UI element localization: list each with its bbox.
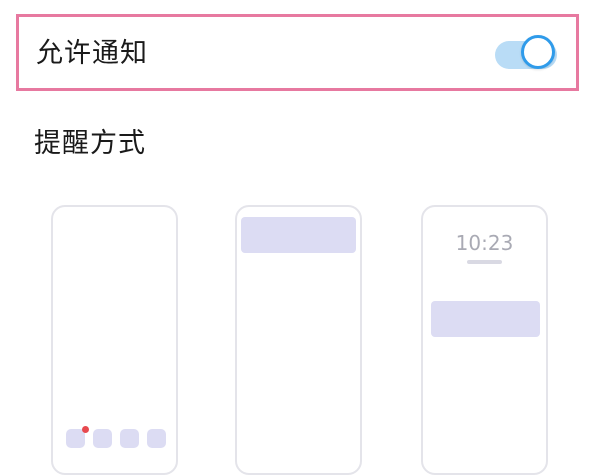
app-icon [120, 429, 139, 448]
lock-screen-notification-preview [431, 301, 540, 337]
reminder-option-badge[interactable] [51, 205, 178, 475]
allow-notifications-label: 允许通知 [36, 38, 148, 69]
reminder-method-title: 提醒方式 [34, 128, 146, 159]
toggle-knob [521, 35, 555, 69]
app-icon [93, 429, 112, 448]
lock-screen-time: 10:23 [455, 231, 514, 255]
app-icon [147, 429, 166, 448]
allow-notifications-toggle[interactable] [495, 35, 561, 73]
allow-notifications-row[interactable]: 允许通知 [16, 14, 579, 91]
notification-dot-icon [82, 426, 89, 433]
lock-screen-date-placeholder [467, 260, 502, 264]
reminder-option-banner[interactable] [235, 205, 362, 475]
banner-notification-preview [241, 217, 356, 253]
reminder-option-lock-screen[interactable]: 10:23 [421, 205, 548, 475]
